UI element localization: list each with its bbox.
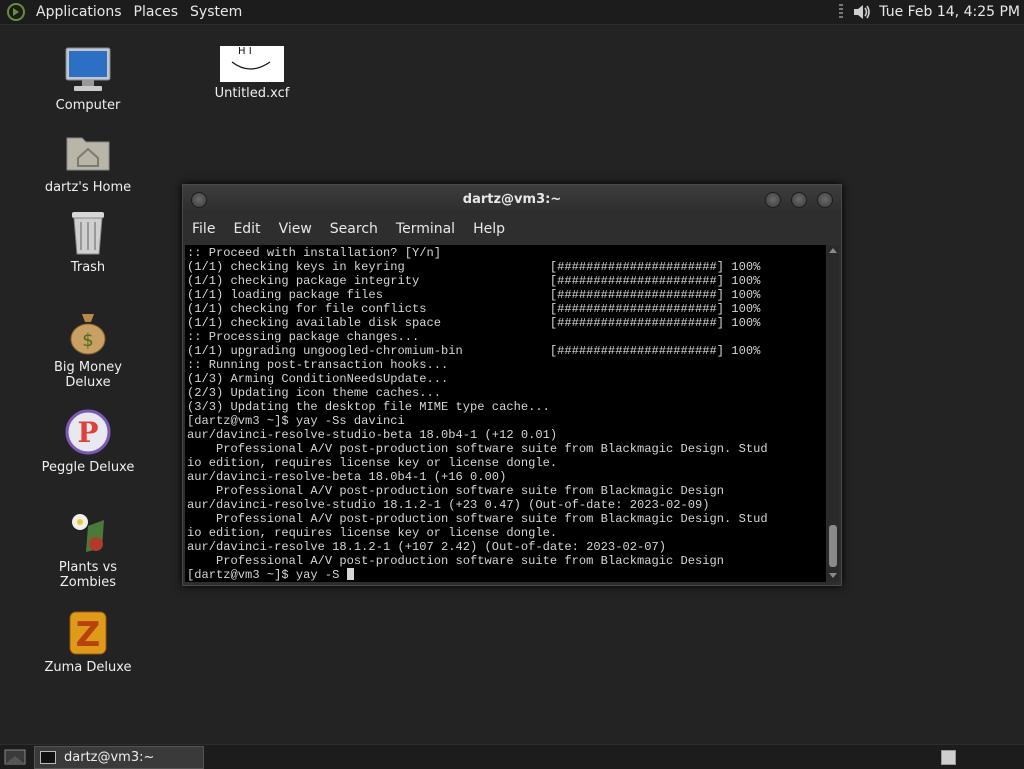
desktop-icon-label: Computer — [55, 98, 121, 113]
home-folder-icon — [66, 137, 110, 171]
desktop-icon-label: Trash — [70, 260, 106, 275]
desktop-icon-peggle[interactable]: P Peggle Deluxe — [33, 408, 143, 475]
window-titlebar[interactable]: dartz@vm3:~ — [183, 185, 841, 215]
terminal-line: (1/1) loading package files [###########… — [187, 288, 761, 302]
volume-icon[interactable] — [851, 2, 873, 22]
desktop-icon-label: Peggle Deluxe — [41, 460, 135, 475]
menu-terminal[interactable]: Terminal — [387, 221, 464, 237]
svg-text:P: P — [77, 416, 98, 449]
terminal-line: (2/3) Updating icon theme caches... — [187, 386, 442, 400]
terminal-line: :: Running post-transaction hooks... — [187, 358, 449, 372]
scroll-up-arrow-icon[interactable] — [829, 248, 837, 253]
gnome-foot-logo-icon[interactable] — [6, 2, 26, 22]
bottom-panel: dartz@vm3:~ — [0, 744, 1024, 769]
terminal-line: aur/davinci-resolve-studio 18.1.2-1 (+23… — [187, 498, 710, 512]
desktop-icon-trash[interactable]: Trash — [33, 208, 143, 275]
close-button[interactable] — [817, 192, 833, 208]
menu-search[interactable]: Search — [321, 221, 387, 237]
clock[interactable]: Tue Feb 14, 4:25 PM — [873, 4, 1024, 20]
terminal-line: :: Proceed with installation? [Y/n] — [187, 246, 442, 260]
peggle-icon: P — [65, 409, 111, 455]
menu-edit[interactable]: Edit — [224, 221, 269, 237]
desktop-icon-untitled-xcf[interactable]: H I Untitled.xcf — [197, 46, 307, 101]
terminal-output[interactable]: :: Proceed with installation? [Y/n] (1/1… — [185, 245, 826, 582]
terminal-scrollbar[interactable] — [827, 245, 839, 582]
terminal-icon — [40, 751, 56, 764]
terminal-line: Professional A/V post-production softwar… — [187, 442, 768, 456]
computer-icon — [65, 47, 111, 91]
top-panel: Applications Places System Tue Feb 14, 4… — [0, 0, 1024, 25]
terminal-line: aur/davinci-resolve-studio-beta 18.0b4-1… — [187, 428, 558, 442]
terminal-line: (1/1) checking package integrity [######… — [187, 274, 761, 288]
panel-grip[interactable] — [839, 4, 844, 20]
window-title: dartz@vm3:~ — [462, 192, 562, 207]
desktop-icon-label: dartz's Home — [44, 180, 132, 195]
terminal-line: Professional A/V post-production softwar… — [187, 554, 725, 568]
maximize-button[interactable] — [791, 192, 807, 208]
workspace-switcher[interactable] — [941, 750, 956, 765]
desktop-icon-zuma[interactable]: Z Zuma Deluxe — [33, 608, 143, 675]
terminal-window[interactable]: dartz@vm3:~ File Edit View Search Termin… — [182, 184, 842, 586]
plants-vs-zombies-icon — [72, 514, 104, 552]
terminal-line: io edition, requires license key or lice… — [187, 456, 558, 470]
terminal-line: [dartz@vm3 ~]$ yay -Ss davinci — [187, 414, 405, 428]
terminal-line: (1/1) checking for file conflicts [#####… — [187, 302, 761, 316]
scrollbar-thumb[interactable] — [829, 525, 837, 567]
terminal-menubar: File Edit View Search Terminal Help — [183, 215, 841, 243]
terminal-line: (1/1) checking available disk space [###… — [187, 316, 761, 330]
terminal-line: (1/1) upgrading ungoogled-chromium-bin [… — [187, 344, 761, 358]
money-bag-icon: $ — [70, 314, 106, 355]
terminal-cursor — [346, 568, 354, 580]
terminal-line: (3/3) Updating the desktop file MIME typ… — [187, 400, 550, 414]
desktop-icon-label: Untitled.xcf — [214, 86, 290, 101]
show-desktop-icon[interactable] — [4, 747, 26, 767]
terminal-line: (1/3) Arming ConditionNeedsUpdate... — [187, 372, 449, 386]
terminal-line: (1/1) checking keys in keyring [########… — [187, 260, 761, 274]
terminal-line: aur/davinci-resolve 18.1.2-1 (+107 2.42)… — [187, 540, 666, 554]
desktop-icon-big-money[interactable]: $ Big Money Deluxe — [33, 308, 143, 390]
svg-text:Z: Z — [76, 615, 101, 655]
desktop-icon-home[interactable]: dartz's Home — [33, 128, 143, 195]
terminal-line: :: Processing package changes... — [187, 330, 420, 344]
taskbar-window-button[interactable]: dartz@vm3:~ — [34, 746, 204, 769]
desktop-icon-label: Plants vs Zombies — [58, 560, 118, 590]
desktop-icon-label: Zuma Deluxe — [44, 660, 132, 675]
menu-view[interactable]: View — [270, 221, 321, 237]
terminal-line: io edition, requires license key or lice… — [187, 526, 558, 540]
terminal-line: aur/davinci-resolve-beta 18.0b4-1 (+16 0… — [187, 470, 507, 484]
system-menu[interactable]: System — [184, 4, 248, 20]
menu-help[interactable]: Help — [464, 221, 514, 237]
image-file-icon: H I — [220, 46, 284, 82]
desktop-icon-computer[interactable]: Computer — [33, 46, 143, 113]
places-menu[interactable]: Places — [128, 4, 185, 20]
terminal-line: [dartz@vm3 ~]$ yay -S — [187, 568, 347, 582]
svg-text:$: $ — [82, 330, 93, 351]
desktop-icon-label: Big Money Deluxe — [53, 360, 122, 390]
zuma-icon: Z — [69, 611, 107, 655]
terminal-line: Professional A/V post-production softwar… — [187, 512, 768, 526]
menu-file[interactable]: File — [183, 221, 224, 237]
trash-icon — [72, 212, 104, 255]
minimize-button[interactable] — [765, 192, 781, 208]
terminal-text: :: Proceed with installation? [Y/n] (1/1… — [185, 245, 826, 582]
terminal-line: Professional A/V post-production softwar… — [187, 484, 725, 498]
thumbnail-scribble — [231, 61, 271, 70]
desktop-icon-plants-vs-zombies[interactable]: Plants vs Zombies — [33, 508, 143, 590]
taskbar-window-label: dartz@vm3:~ — [64, 750, 155, 765]
applications-menu[interactable]: Applications — [30, 4, 128, 20]
scroll-down-arrow-icon[interactable] — [829, 573, 837, 578]
